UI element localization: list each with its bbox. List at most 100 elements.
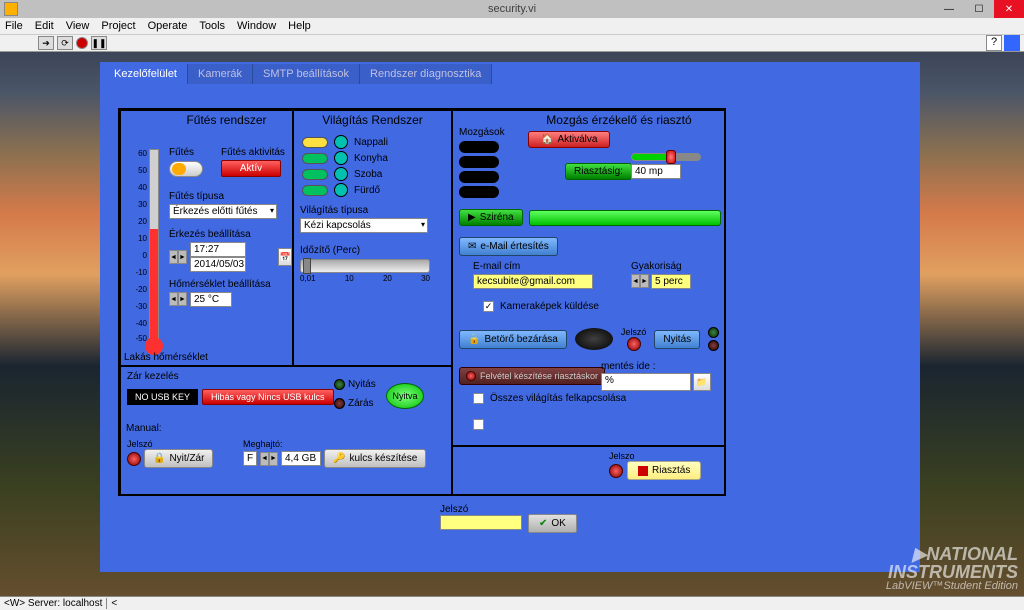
browse-icon[interactable]: 📁	[693, 373, 711, 391]
calendar-icon[interactable]: 📅	[278, 248, 292, 266]
arrival-spinner[interactable]: ◄►	[169, 250, 187, 264]
usb-error: Hibás vagy Nincs USB kulcs	[202, 389, 334, 405]
maximize-button[interactable]: ☐	[964, 0, 994, 18]
all-lights-checkbox[interactable]	[473, 393, 484, 404]
lighting-title: Világítás Rendszer	[294, 111, 451, 129]
lighting-type-dropdown[interactable]: Kézi kapcsolás	[300, 218, 428, 233]
menu-tools[interactable]: Tools	[199, 20, 225, 32]
all-lights-label: Összes világítás felkapcsolása	[490, 393, 626, 404]
home-icon: 🏠	[541, 134, 553, 145]
drive-size[interactable]: 4,4 GB	[281, 451, 321, 466]
menu-view[interactable]: View	[66, 20, 90, 32]
ok-button[interactable]: ✔OK	[528, 514, 577, 533]
save-to-label: mentés ide :	[601, 361, 711, 372]
key-icon: 🔑	[333, 453, 345, 464]
record-led-icon	[466, 371, 476, 381]
tab-kezelo[interactable]: Kezelőfelület	[104, 64, 188, 84]
nyitas-button[interactable]: Nyitás	[654, 330, 700, 349]
size-spinner[interactable]: ◄►	[260, 452, 278, 466]
arrival-date[interactable]: 2014/05/03	[190, 257, 246, 272]
tab-kamerak[interactable]: Kamerák	[188, 64, 253, 84]
siren-progress	[529, 210, 721, 226]
arrival-time[interactable]: 17:27	[190, 242, 246, 257]
manual-pwd-led	[127, 452, 141, 466]
extra-checkbox[interactable]	[473, 419, 484, 430]
timer-slider[interactable]	[300, 259, 430, 273]
erkezes-label: Érkezés beállítása	[169, 229, 292, 240]
heating-active-indicator: Aktív	[221, 160, 281, 177]
menu-operate[interactable]: Operate	[148, 20, 188, 32]
light-oval-nappali[interactable]	[302, 137, 328, 148]
alarm-pwd-led	[609, 464, 623, 478]
riaszt-label: Riasztásig:	[565, 163, 632, 180]
motion-sensor-4	[459, 186, 499, 198]
record-button[interactable]: Felvétel készítése riasztáskor	[459, 367, 605, 385]
main-frame: Fűtés rendszer 60 50 40 30 20 10 0 -10 -…	[118, 108, 726, 496]
run-cont-button[interactable]: ⟳	[57, 36, 73, 50]
make-key-button[interactable]: 🔑kulcs készítése	[324, 449, 426, 468]
menu-edit[interactable]: Edit	[35, 20, 54, 32]
usb-status: NO USB KEY	[127, 389, 198, 405]
motion-sensor-2	[459, 156, 499, 168]
open-led	[708, 327, 719, 338]
freq-value[interactable]: 5 perc	[651, 274, 691, 289]
gyak-label: Gyakoriság	[631, 261, 691, 272]
activate-button[interactable]: 🏠Aktiválva	[528, 131, 610, 148]
alarm-slider[interactable]	[631, 153, 701, 161]
lock-icon: 🔒	[468, 334, 480, 345]
pause-button[interactable]: ❚❚	[91, 36, 107, 50]
drive-letter[interactable]: F	[243, 451, 257, 466]
siren-button[interactable]: ▶Sziréna	[459, 209, 523, 226]
timer-label: Időzítő (Perc)	[300, 245, 445, 256]
email-notify-button[interactable]: ✉e-Mail értesítés	[459, 237, 558, 256]
heating-type-dropdown[interactable]: Érkezés előtti fűtés	[169, 204, 277, 219]
save-path[interactable]: %	[601, 373, 691, 391]
betoro-button[interactable]: 🔒Betörő bezárása	[459, 330, 567, 349]
minimize-button[interactable]: —	[934, 0, 964, 18]
light-oval-konyha[interactable]	[302, 153, 328, 164]
email-label: E-mail cím	[473, 261, 593, 272]
freq-spinner[interactable]: ◄►	[631, 274, 649, 289]
light-led-konyha	[334, 151, 348, 165]
menu-project[interactable]: Project	[101, 20, 135, 32]
tab-smtp[interactable]: SMTP beállítások	[253, 64, 360, 84]
light-led-furdo	[334, 183, 348, 197]
alarm-time-value[interactable]: 40 mp	[631, 164, 681, 179]
lock-section: Zár kezelés NO USB KEY Hibás vagy Nincs …	[120, 366, 452, 496]
help-icon[interactable]: ?	[986, 35, 1002, 51]
vi-icon[interactable]	[1004, 35, 1020, 51]
closed-led	[708, 340, 719, 351]
lock-indicator	[575, 328, 613, 350]
open-led-2	[334, 379, 345, 390]
menu-help[interactable]: Help	[288, 20, 311, 32]
motion-section: Mozgás érzékelő és riasztó Mozgások 🏠Akt…	[452, 110, 726, 446]
heating-toggle[interactable]	[169, 161, 203, 177]
stop-icon	[638, 466, 648, 476]
password-input[interactable]	[440, 515, 522, 530]
titlebar: security.vi — ☐ ✕	[0, 0, 1024, 18]
thermometer: 60 50 40 30 20 10 0 -10 -20 -30 -40 -50	[133, 149, 163, 359]
light-oval-furdo[interactable]	[302, 185, 328, 196]
abort-button[interactable]	[76, 37, 88, 49]
heating-section: Fűtés rendszer 60 50 40 30 20 10 0 -10 -…	[120, 110, 293, 366]
lighting-type-label: Világítás típusa	[300, 205, 445, 216]
heating-title: Fűtés rendszer	[161, 111, 292, 129]
alarm-section: Jelszo Riasztás	[452, 446, 726, 496]
temp-spinner[interactable]: ◄►	[169, 292, 187, 307]
send-images-checkbox[interactable]: ✓	[483, 301, 494, 312]
menu-file[interactable]: File	[5, 20, 23, 32]
menu-window[interactable]: Window	[237, 20, 276, 32]
tab-diag[interactable]: Rendszer diagnosztika	[360, 64, 492, 84]
temp-value[interactable]: 25 °C	[190, 292, 232, 307]
send-images-label: Kameraképek küldése	[500, 301, 599, 312]
light-oval-szoba[interactable]	[302, 169, 328, 180]
futes-tipus-label: Fűtés típusa	[169, 191, 277, 202]
nyitzar-button[interactable]: 🔒Nyit/Zár	[144, 449, 213, 468]
manual-label: Manual:	[126, 423, 162, 434]
riasztas-button[interactable]: Riasztás	[627, 461, 701, 480]
close-button[interactable]: ✕	[994, 0, 1024, 18]
toolbar: ➔ ⟳ ❚❚ ?	[0, 34, 1024, 52]
status-text: <W> Server: localhost	[4, 598, 102, 609]
email-input[interactable]: kecsubite@gmail.com	[473, 274, 593, 289]
run-button[interactable]: ➔	[38, 36, 54, 50]
